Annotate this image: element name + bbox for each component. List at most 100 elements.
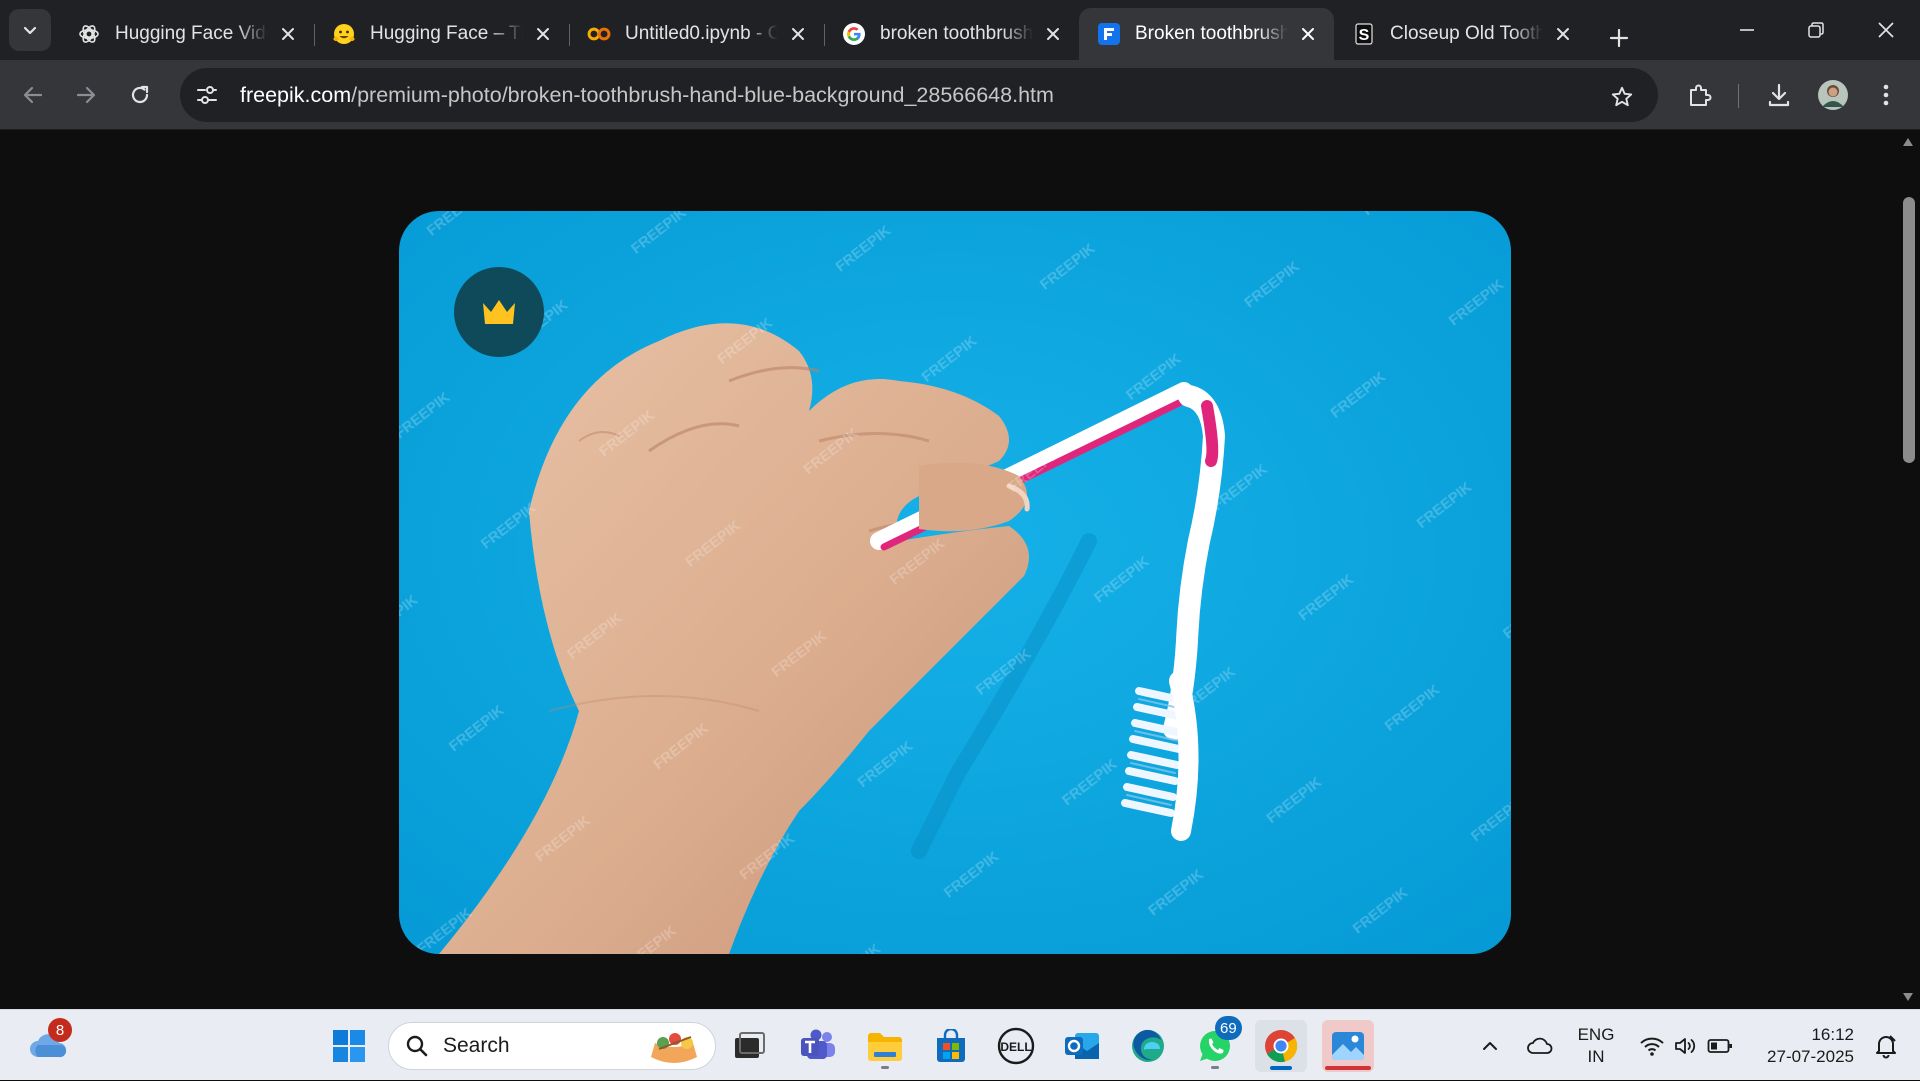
triangle-up-icon bbox=[1903, 138, 1913, 146]
scroll-down-button[interactable] bbox=[1901, 990, 1915, 1004]
triangle-down-icon bbox=[1903, 993, 1913, 1001]
clock-date: 27-07-2025 bbox=[1767, 1046, 1854, 1066]
tab-title: Untitled0.ipynb - Colab bbox=[625, 23, 778, 44]
extensions-button[interactable] bbox=[1677, 73, 1721, 117]
region-code: IN bbox=[1587, 1046, 1605, 1066]
close-icon bbox=[1878, 22, 1894, 38]
tab-hugging-face[interactable]: Hugging Face – The AI community bbox=[314, 8, 569, 60]
url-host: freepik.com bbox=[240, 82, 352, 107]
taskbar-search[interactable]: Search bbox=[388, 1022, 716, 1070]
volume-icon bbox=[1675, 1037, 1696, 1054]
chrome-app[interactable] bbox=[1255, 1020, 1307, 1072]
windows-taskbar: 8 Search DELL 69 ENG IN 16:12 27-07-2025 bbox=[0, 1009, 1920, 1080]
back-button[interactable] bbox=[11, 73, 55, 117]
language-indicator[interactable]: ENG IN bbox=[1568, 1010, 1624, 1081]
close-icon[interactable] bbox=[531, 22, 555, 46]
svg-text:S: S bbox=[1359, 27, 1370, 44]
task-view-button[interactable] bbox=[723, 1020, 775, 1072]
chevron-down-icon bbox=[23, 26, 37, 35]
tune-icon bbox=[197, 86, 217, 104]
start-button[interactable] bbox=[323, 1020, 375, 1072]
cloud-outline-icon bbox=[1527, 1037, 1553, 1054]
close-window-button[interactable] bbox=[1852, 0, 1920, 60]
scroll-up-button[interactable] bbox=[1901, 135, 1915, 149]
windows-icon bbox=[333, 1030, 365, 1062]
profile-avatar[interactable] bbox=[1811, 73, 1855, 117]
clock[interactable]: 16:12 27-07-2025 bbox=[1748, 1010, 1854, 1081]
onedrive-button[interactable] bbox=[1520, 1010, 1560, 1081]
plus-icon bbox=[1609, 28, 1629, 48]
tab-title: broken toothbrush - Google Search bbox=[880, 23, 1033, 44]
tab-colab-notebook[interactable]: Untitled0.ipynb - Colab bbox=[569, 8, 824, 60]
teams-icon bbox=[801, 1029, 835, 1059]
edge-app[interactable] bbox=[1122, 1020, 1174, 1072]
site-info-button[interactable] bbox=[187, 75, 227, 115]
file-explorer-app[interactable] bbox=[859, 1020, 911, 1072]
teams-app[interactable] bbox=[792, 1020, 844, 1072]
forward-button[interactable] bbox=[64, 73, 108, 117]
dell-app[interactable]: DELL bbox=[990, 1020, 1042, 1072]
toolbar-divider bbox=[1738, 84, 1739, 108]
scrollbar-thumb[interactable] bbox=[1903, 197, 1915, 463]
store-icon bbox=[937, 1029, 965, 1062]
restore-button[interactable] bbox=[1782, 0, 1850, 60]
weather-widget[interactable]: 8 bbox=[22, 1018, 74, 1072]
whatsapp-badge: 69 bbox=[1215, 1016, 1242, 1040]
active-indicator bbox=[1325, 1066, 1371, 1070]
reload-button[interactable] bbox=[118, 73, 162, 117]
close-icon[interactable] bbox=[276, 22, 300, 46]
quick-settings-button[interactable] bbox=[1636, 1010, 1736, 1081]
tab-strip: Hugging Face Video Hugging Face – The AI… bbox=[0, 0, 1920, 60]
minimize-button[interactable] bbox=[1713, 0, 1781, 60]
google-icon bbox=[842, 22, 866, 46]
tab-title: Broken toothbrush hand blue background bbox=[1135, 23, 1288, 44]
menu-button[interactable] bbox=[1864, 73, 1908, 117]
running-indicator bbox=[1211, 1066, 1219, 1069]
search-icon bbox=[406, 1035, 428, 1057]
tab-google-search[interactable]: broken toothbrush - Google Search bbox=[824, 8, 1079, 60]
minimize-icon bbox=[1740, 29, 1754, 31]
search-highlight-icon bbox=[651, 1033, 697, 1063]
preview-photo[interactable]: FREEPIK bbox=[399, 211, 1511, 954]
clock-time: 16:12 bbox=[1811, 1024, 1854, 1044]
tab-search-button[interactable] bbox=[9, 9, 51, 51]
url-path: /premium-photo/broken-toothbrush-hand-bl… bbox=[351, 82, 1054, 107]
whatsapp-app[interactable]: 69 bbox=[1189, 1016, 1242, 1072]
premium-badge bbox=[454, 267, 544, 357]
tab-title: Hugging Face Video bbox=[115, 23, 268, 44]
notification-bell-icon bbox=[1876, 1034, 1896, 1058]
edge-icon bbox=[1132, 1029, 1164, 1062]
show-hidden-icons-button[interactable] bbox=[1472, 1010, 1508, 1081]
address-bar[interactable]: freepik.com/premium-photo/broken-toothbr… bbox=[180, 68, 1658, 122]
svg-text:DELL: DELL bbox=[1000, 1040, 1031, 1054]
outlook-app[interactable] bbox=[1056, 1020, 1108, 1072]
running-indicator bbox=[881, 1066, 889, 1069]
avatar-icon bbox=[1818, 80, 1848, 110]
chrome-icon bbox=[1265, 1030, 1298, 1063]
close-icon[interactable] bbox=[1296, 22, 1320, 46]
close-icon[interactable] bbox=[1551, 22, 1575, 46]
tab-list: Hugging Face Video Hugging Face – The AI… bbox=[59, 0, 1641, 60]
photos-app[interactable] bbox=[1322, 1020, 1374, 1072]
download-icon bbox=[1768, 83, 1790, 107]
notifications-button[interactable] bbox=[1864, 1010, 1908, 1081]
tab-freepik-active[interactable]: Broken toothbrush hand blue background bbox=[1079, 8, 1334, 60]
battery-icon bbox=[1707, 1038, 1732, 1053]
close-icon[interactable] bbox=[1041, 22, 1065, 46]
microsoft-store-app[interactable] bbox=[925, 1020, 977, 1072]
url-text[interactable]: freepik.com/premium-photo/broken-toothbr… bbox=[240, 83, 1054, 108]
task-view-icon bbox=[735, 1032, 765, 1058]
puzzle-icon bbox=[1690, 84, 1712, 106]
new-tab-button[interactable] bbox=[1597, 16, 1641, 60]
bookmark-button[interactable] bbox=[1600, 75, 1644, 119]
tab-shutterstock[interactable]: S Closeup Old Toothbrush bbox=[1334, 8, 1589, 60]
downloads-button[interactable] bbox=[1757, 73, 1801, 117]
tab-title: Closeup Old Toothbrush bbox=[1390, 23, 1543, 44]
colab-icon bbox=[587, 22, 611, 46]
close-icon[interactable] bbox=[786, 22, 810, 46]
arrow-left-icon bbox=[23, 86, 43, 104]
tab-title: Hugging Face – The AI community bbox=[370, 23, 523, 44]
photos-icon bbox=[1332, 1032, 1364, 1060]
tab-hugging-face-video[interactable]: Hugging Face Video bbox=[59, 8, 314, 60]
crown-icon bbox=[483, 300, 515, 324]
